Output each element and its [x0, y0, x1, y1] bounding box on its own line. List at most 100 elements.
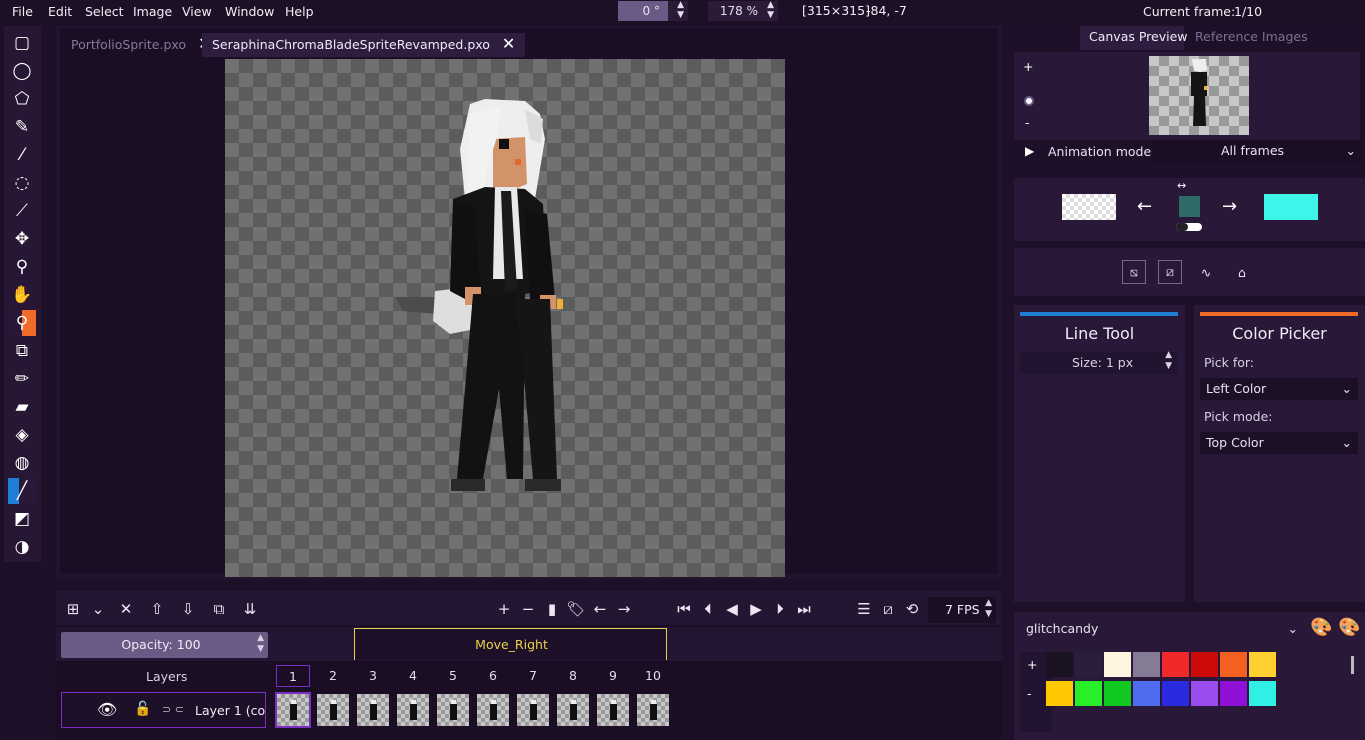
clone-layer-icon[interactable]: ⧉	[209, 598, 229, 620]
animation-tag[interactable]: Move_Right	[354, 628, 667, 660]
alpha-lock-icon[interactable]: ⌂	[1230, 260, 1254, 284]
menu-edit[interactable]: Edit	[48, 4, 72, 19]
frame-number[interactable]: 3	[356, 665, 390, 687]
rotation-spinbox[interactable]: 0 ° ▲ ▼	[618, 0, 688, 21]
palette-swatch[interactable]	[1046, 652, 1073, 677]
frame-cel[interactable]	[357, 694, 389, 726]
pick-mode-dropdown[interactable]: Top Color ⌄	[1200, 432, 1358, 454]
frame-number[interactable]: 6	[476, 665, 510, 687]
zoom-out-button[interactable]: -	[1025, 115, 1030, 130]
arrow-right-icon[interactable]: →	[1222, 196, 1237, 217]
last-frame-icon[interactable]: ⏭	[794, 598, 814, 620]
line-size-spinbox[interactable]: Size: 1 px ▲ ▼	[1020, 350, 1178, 374]
palette-swatch[interactable]	[1046, 681, 1073, 706]
opacity-spinbox[interactable]: Opacity: 100 ▲ ▼	[61, 632, 268, 658]
ellipse-select-icon[interactable]: ◯	[8, 58, 36, 84]
swap-arrows-icon[interactable]: ↔	[1177, 179, 1186, 192]
onion-skin-icon[interactable]: ⧄	[878, 598, 898, 620]
palette-swatch[interactable]	[1191, 652, 1218, 677]
palette-swatch[interactable]	[1075, 681, 1102, 706]
frame-cel[interactable]	[477, 694, 509, 726]
ellipse-icon[interactable]: ◑	[8, 534, 36, 560]
line-icon[interactable]: ╱	[8, 478, 36, 504]
menu-select[interactable]: Select	[85, 4, 124, 19]
play-backwards-icon[interactable]: ◀	[722, 598, 742, 620]
palette-scrollbar[interactable]	[1351, 656, 1354, 674]
color-picker-icon[interactable]: ⚲	[8, 310, 36, 336]
menu-help[interactable]: Help	[285, 4, 314, 19]
zoom-in-button[interactable]: +	[1023, 59, 1033, 74]
palette-swatch[interactable]	[1104, 652, 1131, 677]
tab-seraphina[interactable]: SeraphinaChromaBladeSpriteRevamped.pxo ✕	[202, 33, 526, 57]
spin-arrows-icon[interactable]: ▲ ▼	[1165, 350, 1172, 372]
palette-swatch[interactable]	[1162, 681, 1189, 706]
remove-layer-icon[interactable]: ✕	[116, 598, 136, 620]
frame-number[interactable]: 2	[316, 665, 350, 687]
frame-number[interactable]: 4	[396, 665, 430, 687]
fps-spinbox[interactable]: 7 FPS ▲ ▼	[928, 597, 996, 623]
menu-view[interactable]: View	[182, 4, 212, 19]
spin-arrows-icon[interactable]: ▲ ▼	[767, 0, 774, 20]
paint-select-icon[interactable]: ⟋	[8, 198, 36, 224]
frame-number[interactable]: 8	[556, 665, 590, 687]
palette-swatch[interactable]	[1162, 652, 1189, 677]
close-icon[interactable]: ✕	[502, 34, 515, 53]
palette-edit-icon[interactable]: 🎨	[1310, 617, 1332, 638]
menu-file[interactable]: File	[12, 4, 33, 19]
add-frame-icon[interactable]: +	[494, 598, 514, 620]
frame-cel[interactable]	[637, 694, 669, 726]
frame-cel[interactable]	[597, 694, 629, 726]
layer-row[interactable]: 👁 🔓 ⊃ ⊂ Layer 1 (cop	[61, 692, 266, 728]
animation-mode-dropdown[interactable]: All frames ⌄	[1152, 140, 1362, 162]
rectangle-icon[interactable]: ◩	[8, 506, 36, 532]
palette-swatch[interactable]	[1249, 652, 1276, 677]
menu-image[interactable]: Image	[133, 4, 172, 19]
frame-cel[interactable]	[317, 694, 349, 726]
canvas[interactable]	[225, 59, 785, 577]
frame-number[interactable]: 1	[276, 665, 310, 687]
crop-icon[interactable]: ⧉	[8, 338, 36, 364]
shading-icon[interactable]: ◍	[8, 450, 36, 476]
average-color-swatch[interactable]	[1179, 196, 1200, 217]
move-frame-left-icon[interactable]: ←	[590, 598, 610, 620]
eraser-icon[interactable]: ▰	[8, 394, 36, 420]
add-color-button[interactable]: +	[1027, 657, 1037, 672]
frame-number[interactable]: 7	[516, 665, 550, 687]
loop-icon[interactable]: ⟲	[902, 598, 922, 620]
frame-number[interactable]: 10	[636, 665, 670, 687]
timeline-settings-icon[interactable]: ☰	[854, 598, 874, 620]
vertical-mirror-icon[interactable]: ⧄	[1158, 260, 1182, 284]
frame-number[interactable]: 5	[436, 665, 470, 687]
rect-select-icon[interactable]: ▢	[8, 30, 36, 56]
remove-color-button[interactable]: -	[1027, 686, 1032, 701]
frame-cel[interactable]	[437, 694, 469, 726]
link-icon[interactable]: ⊃ ⊂	[162, 703, 184, 716]
palette-swatch[interactable]	[1104, 681, 1131, 706]
zoom-spinbox[interactable]: 178 % ▲ ▼	[708, 0, 778, 21]
lock-icon[interactable]: 🔓	[134, 701, 151, 717]
palette-swatch[interactable]	[1075, 652, 1102, 677]
polygon-select-icon[interactable]: ⬠	[8, 86, 36, 112]
first-frame-icon[interactable]: ⏮	[674, 598, 694, 620]
lasso-icon[interactable]: ◌	[8, 170, 36, 196]
pick-for-dropdown[interactable]: Left Color ⌄	[1200, 378, 1358, 400]
tab-reference-images[interactable]: Reference Images	[1195, 29, 1308, 44]
merge-layer-icon[interactable]: ⇊	[240, 598, 260, 620]
pencil-icon[interactable]: ✏	[8, 366, 36, 392]
spin-arrows-icon[interactable]: ▲ ▼	[677, 0, 684, 20]
palette-swatch[interactable]	[1191, 681, 1218, 706]
frame-cel[interactable]	[557, 694, 589, 726]
play-icon[interactable]: ▶	[1025, 144, 1034, 158]
arrow-left-icon[interactable]: ←	[1137, 196, 1152, 217]
play-icon[interactable]: ▶	[746, 598, 766, 620]
frame-cel[interactable]	[397, 694, 429, 726]
frame-number[interactable]: 9	[596, 665, 630, 687]
palette-swatch[interactable]	[1133, 681, 1160, 706]
frame-cel[interactable]	[275, 692, 311, 728]
left-color-button[interactable]	[1062, 194, 1116, 220]
spin-arrows-icon[interactable]: ▲ ▼	[985, 598, 992, 620]
move-layer-down-icon[interactable]: ⇩	[178, 598, 198, 620]
palette-swatch[interactable]	[1220, 652, 1247, 677]
add-layer-icon[interactable]: ⊞	[63, 598, 83, 620]
tag-icon[interactable]: 🏷	[566, 598, 586, 620]
